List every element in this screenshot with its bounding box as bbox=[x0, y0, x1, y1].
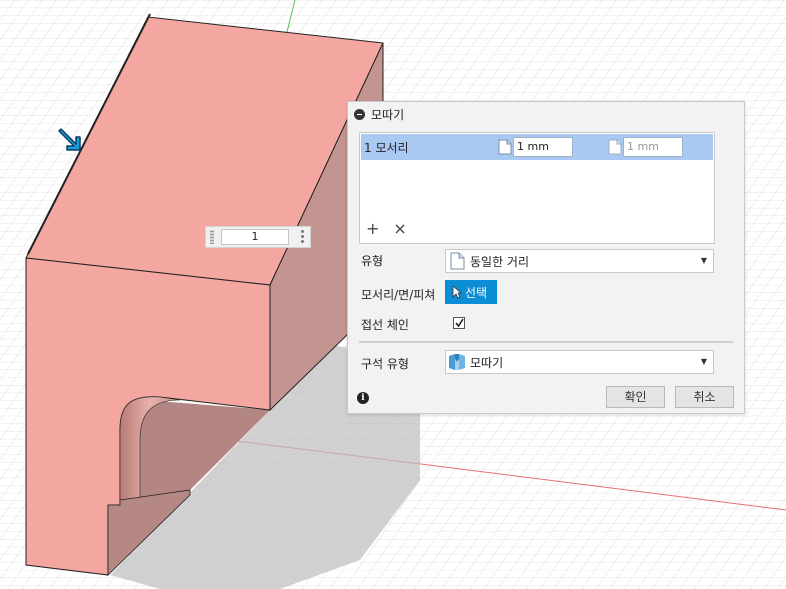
distance-1-icon bbox=[498, 139, 512, 155]
plus-icon[interactable]: + bbox=[366, 221, 379, 237]
select-label: 선택 bbox=[465, 285, 488, 300]
distance-2-icon bbox=[608, 139, 622, 155]
edge-list[interactable]: 1 모서리 1 mm 1 mm + × bbox=[359, 132, 715, 244]
x-icon[interactable]: × bbox=[393, 221, 406, 237]
edges-label: 모서리/면/피쳐 bbox=[361, 288, 436, 302]
chevron-down-icon: ▼ bbox=[700, 357, 707, 366]
dialog-header[interactable]: 모따기 bbox=[348, 102, 744, 126]
cursor-arrow-icon bbox=[452, 285, 462, 299]
type-dropdown[interactable]: 동일한 거리 ▼ bbox=[445, 249, 714, 273]
more-options-icon[interactable] bbox=[301, 230, 304, 244]
corner-type-label: 구석 유형 bbox=[361, 357, 409, 371]
distance-1-input[interactable]: 1 mm bbox=[513, 137, 573, 157]
edge-list-row[interactable]: 1 모서리 1 mm 1 mm bbox=[361, 134, 713, 160]
dialog-title: 모따기 bbox=[371, 107, 405, 122]
distance-manipulator-input[interactable]: 1 bbox=[221, 229, 289, 245]
corner-type-row: 구석 유형 bbox=[361, 355, 447, 372]
info-icon[interactable]: i bbox=[357, 392, 369, 404]
type-label: 유형 bbox=[361, 254, 384, 268]
distance-manipulator[interactable]: 1 bbox=[205, 226, 311, 248]
collapse-icon[interactable] bbox=[354, 108, 365, 120]
type-row: 유형 bbox=[361, 252, 447, 269]
edges-row: 모서리/면/피쳐 bbox=[361, 286, 447, 303]
edge-row-label: 1 모서리 bbox=[364, 140, 409, 155]
select-button[interactable]: 선택 bbox=[445, 280, 497, 304]
checkmark-icon bbox=[455, 318, 464, 328]
type-value: 동일한 거리 bbox=[470, 254, 530, 269]
drag-grip-icon[interactable] bbox=[210, 230, 214, 244]
section-divider bbox=[359, 341, 733, 343]
chamfer-corner-icon bbox=[449, 354, 465, 370]
chevron-down-icon: ▼ bbox=[700, 256, 707, 265]
cancel-button[interactable]: 취소 bbox=[675, 386, 734, 408]
tangent-chain-label: 접선 체인 bbox=[361, 318, 409, 332]
equal-distance-icon bbox=[450, 252, 465, 270]
edge-list-tools: + × bbox=[366, 221, 407, 237]
corner-type-dropdown[interactable]: 모따기 ▼ bbox=[445, 350, 714, 374]
ok-button[interactable]: 확인 bbox=[606, 386, 665, 408]
corner-type-value: 모따기 bbox=[470, 355, 504, 370]
tangent-chain-checkbox[interactable] bbox=[453, 317, 465, 329]
tangent-chain-row: 접선 체인 bbox=[361, 316, 465, 333]
chamfer-dialog: 모따기 1 모서리 1 mm 1 mm + × 유형 동일한 거리 ▼ 모서리/… bbox=[347, 101, 745, 414]
distance-2-input[interactable]: 1 mm bbox=[623, 137, 683, 157]
